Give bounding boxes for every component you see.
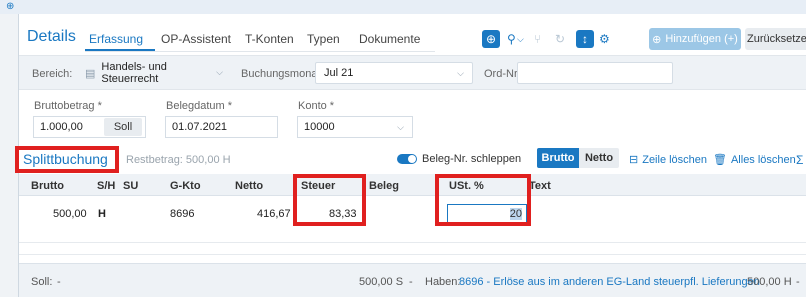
bereich-value: Handels- und Steuerrecht [101, 61, 167, 85]
col-su[interactable]: SU [123, 180, 138, 192]
plus-circle-icon: ⊕ [652, 33, 662, 46]
netto-toggle-button[interactable]: Netto [579, 148, 619, 168]
konto-value: 10000 [304, 121, 335, 133]
haben-amount: 500,00 H [747, 276, 792, 288]
delete-all-label: Alles löschen [730, 153, 796, 166]
chevron-down-icon: ⌵ [457, 68, 464, 78]
beleg-toggle[interactable] [397, 154, 417, 164]
details-panel: Details Erfassung OP-Assistent T-Konten … [15, 14, 806, 297]
bereich-select[interactable]: ▤ Handels- und Steuerrecht ⌵ [77, 61, 231, 85]
pin-icon[interactable]: ⊕ [6, 2, 16, 12]
refresh-icon: ↻ [555, 32, 566, 46]
monat-select[interactable]: Jul 21 ⌵ [315, 62, 473, 84]
add-circle-icon[interactable]: ⊕ [482, 30, 500, 48]
split-icon: ⑂ [534, 32, 542, 46]
cell-sh: H [98, 208, 106, 220]
reset-button[interactable]: Zurücksetzen [745, 28, 806, 50]
haben-dash: - [796, 276, 800, 288]
tab-t-konten[interactable]: T-Konten [245, 32, 294, 46]
haben-label: Haben: [425, 276, 461, 288]
books-icon: ▤ [85, 67, 96, 80]
brutto-toggle-button[interactable]: Brutto [537, 148, 579, 168]
sort-icon[interactable]: ↕ [576, 30, 594, 48]
brutto-label: Bruttobetrag * [34, 100, 102, 112]
tab-typen[interactable]: Typen [307, 32, 340, 46]
delete-row-label: Zeile löschen [642, 153, 708, 166]
ordnr-label: Ord-Nr: [484, 68, 521, 80]
soll-amount: 500,00 S [359, 276, 404, 288]
datum-label: Belegdatum * [166, 100, 233, 112]
chevron-down-icon: ⌵ [397, 122, 404, 132]
soll-dash: - [409, 276, 413, 288]
tab-erfassung[interactable]: Erfassung [89, 32, 143, 46]
row-divider [19, 254, 806, 255]
ordnr-input[interactable] [517, 62, 673, 84]
cell-brutto: 500,00 [53, 208, 87, 220]
active-tab-indicator [85, 49, 155, 51]
top-strip: ⊕ [0, 0, 806, 14]
totals-footer: Soll: - 500,00 S - Haben: 8696 - Erlöse … [19, 263, 806, 297]
highlight-ust-column [435, 174, 531, 226]
col-netto[interactable]: Netto [235, 180, 263, 192]
table-header: Brutto S/H SU G-Kto Netto Steuer Beleg U… [19, 174, 806, 196]
soll-total-value: - [57, 276, 61, 288]
brutto-value: 1.000,00 [40, 121, 83, 133]
trash-icon: 🗑 [713, 154, 727, 166]
attachment-icon[interactable]: ⚲ [507, 30, 516, 48]
cell-gkto: 8696 [170, 208, 195, 220]
panel-header: Details Erfassung OP-Assistent T-Konten … [19, 14, 806, 56]
col-brutto[interactable]: Brutto [31, 180, 64, 192]
monat-label: Buchungsmonat: [241, 68, 324, 80]
konto-label: Konto * [298, 100, 335, 112]
beleg-toggle-label: Beleg-Nr. schleppen [422, 153, 522, 165]
tab-dokumente[interactable]: Dokumente [359, 32, 420, 46]
bereich-label: Bereich: [32, 68, 73, 80]
restbetrag-text: Restbetrag: 500,00 H [126, 154, 231, 166]
col-sh[interactable]: S/H [97, 180, 115, 192]
chevron-down-icon: ⌵ [216, 67, 223, 77]
col-beleg[interactable]: Beleg [369, 180, 399, 192]
soll-button[interactable]: Soll [104, 118, 142, 136]
page-title: Details [27, 28, 76, 45]
datum-value: 01.07.2021 [172, 121, 228, 133]
delete-row-button[interactable]: ⊟ Zeile löschen [629, 153, 708, 167]
sum-icon[interactable]: Σ [796, 153, 803, 167]
tab-op-assistent[interactable]: OP-Assistent [161, 32, 231, 46]
add-button[interactable]: ⊕ Hinzufügen (+) [649, 28, 741, 50]
konto-select[interactable]: 10000 ⌵ [297, 116, 413, 138]
gear-icon[interactable]: ⚙ [599, 30, 610, 48]
col-text[interactable]: Text [529, 180, 551, 192]
highlight-split-title [15, 146, 119, 173]
tab-divider [85, 51, 435, 52]
cell-netto: 416,67 [257, 208, 291, 220]
monat-value: Jul 21 [324, 67, 354, 79]
delete-all-button[interactable]: 🗑 Alles löschen [713, 153, 796, 167]
chevron-down-icon[interactable]: ⌵ [517, 30, 524, 48]
table-row[interactable]: 500,00 H 8696 416,67 83,33 20 [19, 196, 806, 242]
add-button-label: Hinzufügen (+) [665, 33, 738, 45]
haben-account-link[interactable]: 8696 - Erlöse aus im anderen EG-Land ste… [459, 276, 760, 288]
delete-row-icon: ⊟ [629, 154, 639, 166]
datum-input[interactable]: 01.07.2021 [165, 116, 278, 138]
soll-total-label: Soll: [31, 276, 53, 288]
filter-bar: Bereich: ▤ Handels- und Steuerrecht ⌵ Bu… [19, 56, 806, 90]
col-gkto[interactable]: G-Kto [170, 180, 201, 192]
highlight-steuer-column [293, 174, 366, 226]
row-divider [19, 242, 806, 243]
